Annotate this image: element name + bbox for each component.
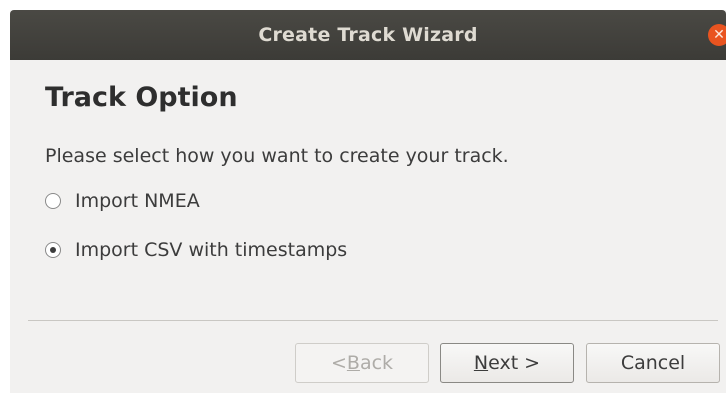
page-title: Track Option xyxy=(45,82,238,113)
option-import-nmea[interactable]: Import NMEA xyxy=(45,190,200,212)
next-rest: ext > xyxy=(488,352,541,374)
back-prefix: < xyxy=(330,352,347,374)
next-button[interactable]: Next > xyxy=(440,343,574,383)
window-title: Create Track Wizard xyxy=(258,24,478,46)
radio-unselected-icon[interactable] xyxy=(45,193,61,209)
close-icon[interactable]: ✕ xyxy=(708,24,726,46)
wizard-window: Create Track Wizard ✕ Track Option Pleas… xyxy=(10,10,726,393)
next-mnemonic: N xyxy=(473,352,489,374)
option-label[interactable]: Import NMEA xyxy=(75,190,200,212)
cancel-button[interactable]: Cancel xyxy=(586,343,720,383)
radio-selected-icon[interactable] xyxy=(45,242,61,258)
option-import-csv[interactable]: Import CSV with timestamps xyxy=(45,239,347,261)
back-mnemonic: B xyxy=(346,352,360,374)
title-bar[interactable]: Create Track Wizard ✕ xyxy=(10,10,726,60)
option-label[interactable]: Import CSV with timestamps xyxy=(75,239,347,261)
back-rest: ack xyxy=(359,352,394,374)
back-button[interactable]: < Back xyxy=(295,343,429,383)
instruction-text: Please select how you want to create you… xyxy=(45,145,509,167)
divider xyxy=(28,320,718,321)
